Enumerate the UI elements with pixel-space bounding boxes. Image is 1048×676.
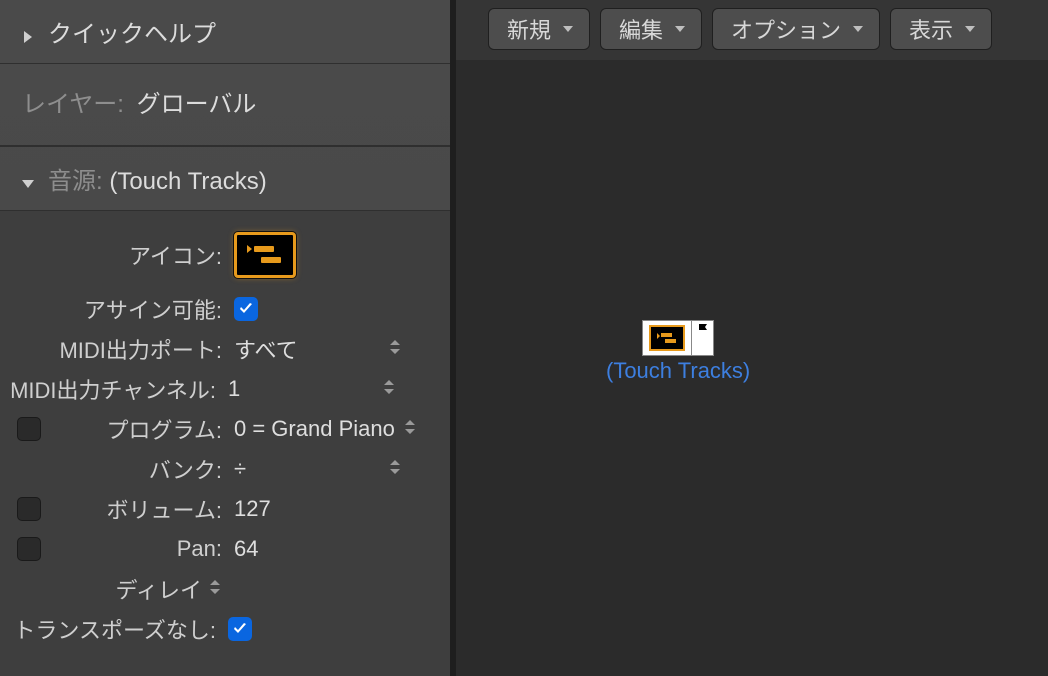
prop-program-label: プログラム:: [58, 413, 228, 445]
stepper-icon: [208, 576, 222, 602]
prop-no-transpose-label: トランスポーズなし:: [0, 613, 222, 645]
instrument-header[interactable]: 音源: (Touch Tracks): [0, 146, 450, 211]
program-value[interactable]: 0 = Grand Piano: [228, 416, 423, 442]
no-transpose-checkbox[interactable]: [228, 617, 252, 641]
menu-options[interactable]: オプション: [712, 8, 880, 50]
prop-assignable-label: アサイン可能:: [58, 293, 228, 325]
environment-canvas[interactable]: (Touch Tracks): [456, 60, 1048, 676]
prop-bank-label: バンク:: [58, 453, 228, 485]
prop-midi-channel-label: MIDI出力チャンネル:: [0, 373, 222, 405]
prop-bank-row: バンク: ÷: [0, 449, 450, 489]
prop-midi-port-row: MIDI出力ポート: すべて: [0, 329, 450, 369]
quick-help-label: クイックヘルプ: [48, 14, 216, 49]
midi-port-value[interactable]: すべて: [228, 333, 408, 365]
node-icon-group: [642, 320, 714, 356]
bank-value[interactable]: ÷: [228, 456, 408, 482]
midi-channel-value[interactable]: 1: [222, 376, 402, 402]
prop-midi-channel-row: MIDI出力チャンネル: 1: [0, 369, 450, 409]
prop-pan-row: Pan: 64: [0, 529, 450, 569]
instrument-icon-thumbnail[interactable]: [234, 232, 296, 278]
caret-down-icon: [561, 16, 575, 42]
chevron-right-icon: [20, 24, 36, 40]
prop-delay-row: ディレイ: [0, 569, 450, 609]
prop-delay-label[interactable]: ディレイ: [58, 573, 228, 605]
stepper-icon: [403, 416, 417, 442]
touch-tracks-node[interactable]: (Touch Tracks): [606, 320, 750, 384]
prop-icon-row: アイコン:: [0, 221, 450, 289]
stepper-icon: [388, 336, 402, 362]
volume-value[interactable]: 127: [228, 496, 408, 522]
prop-volume-label: ボリューム:: [58, 493, 228, 525]
prop-pan-label: Pan:: [58, 536, 228, 562]
menu-view[interactable]: 表示: [890, 8, 992, 50]
caret-down-icon: [673, 16, 687, 42]
inspector-panel: クイックヘルプ レイヤー: グローバル 音源: (Touch Tracks) ア…: [0, 0, 450, 676]
quick-help-header[interactable]: クイックヘルプ: [0, 0, 450, 64]
instrument-properties: アイコン: アサイン可能:: [0, 211, 450, 676]
program-enable-checkbox[interactable]: [17, 417, 41, 441]
prop-program-row: プログラム: 0 = Grand Piano: [0, 409, 450, 449]
layer-value: グローバル: [137, 91, 257, 118]
environment-area: 新規 編集 オプション 表示: [456, 0, 1048, 676]
menu-edit[interactable]: 編集: [600, 8, 702, 50]
menu-new[interactable]: 新規: [488, 8, 590, 50]
node-label: (Touch Tracks): [606, 358, 750, 384]
pan-value[interactable]: 64: [228, 536, 408, 562]
caret-down-icon: [963, 16, 977, 42]
assignable-checkbox[interactable]: [234, 297, 258, 321]
node-instrument-icon: [642, 320, 692, 356]
node-flag-icon: [692, 320, 714, 356]
environment-toolbar: 新規 編集 オプション 表示: [456, 0, 1048, 60]
prop-no-transpose-row: トランスポーズなし:: [0, 609, 450, 649]
layer-row[interactable]: レイヤー: グローバル: [0, 64, 450, 146]
stepper-icon: [388, 456, 402, 482]
stepper-icon: [382, 376, 396, 402]
caret-down-icon: [851, 16, 865, 42]
chevron-down-icon: [20, 171, 36, 187]
layer-label: レイヤー:: [22, 91, 124, 118]
prop-assignable-row: アサイン可能:: [0, 289, 450, 329]
prop-icon-label: アイコン:: [58, 239, 228, 271]
pan-enable-checkbox[interactable]: [17, 537, 41, 561]
prop-volume-row: ボリューム: 127: [0, 489, 450, 529]
prop-midi-port-label: MIDI出力ポート:: [58, 333, 228, 365]
instrument-header-label: 音源: (Touch Tracks): [48, 161, 267, 196]
volume-enable-checkbox[interactable]: [17, 497, 41, 521]
